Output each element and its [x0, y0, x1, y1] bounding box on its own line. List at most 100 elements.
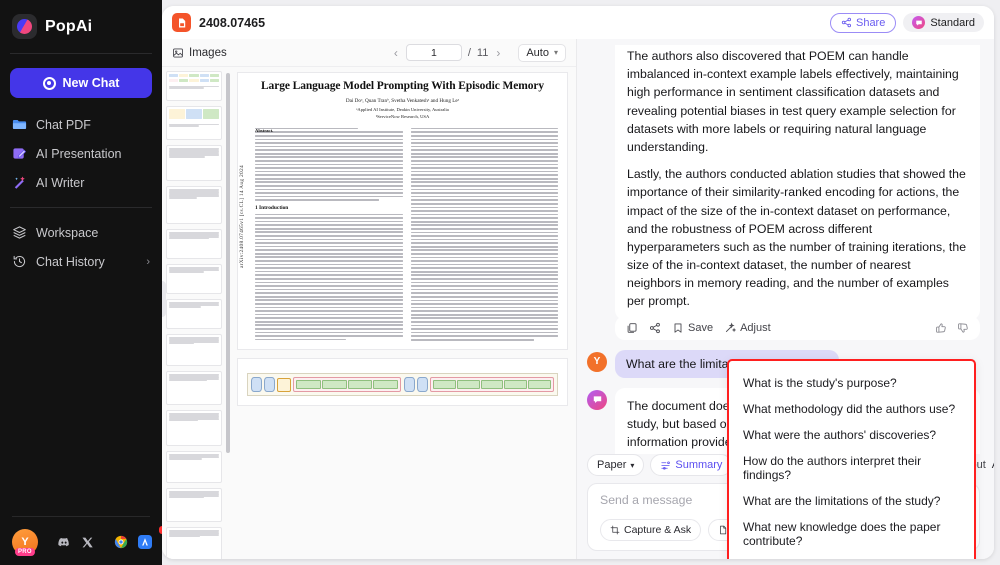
zoom-selector[interactable]: Auto ▾ — [518, 43, 566, 62]
output-mode-value: Auto — [992, 459, 994, 471]
avatar: Y — [587, 351, 607, 372]
sidebar-footer-row: Y PRO NEW — [8, 525, 179, 556]
pro-badge: PRO — [15, 548, 35, 556]
summary-label: Summary — [675, 459, 723, 471]
paper-section-heading: 1 Introduction — [255, 205, 289, 212]
share-message-button[interactable] — [649, 322, 661, 334]
pdf-page-1: arXiv:2408.07465v1 [cs.CL] 14 Aug 2024 L… — [237, 72, 568, 351]
suggestion-item[interactable]: What are the limitations of the study? — [729, 488, 974, 514]
crop-icon — [610, 525, 620, 534]
arxiv-stamp: arXiv:2408.07465v1 [cs.CL] 14 Aug 2024 — [239, 165, 245, 269]
brand: PopAi — [0, 0, 162, 49]
page-number-input[interactable] — [405, 44, 462, 61]
thumbnail-item[interactable] — [166, 106, 222, 140]
document-title: 2408.07465 — [199, 15, 266, 30]
main-window: 2408.07465 Share Standard ‹ — [162, 6, 994, 559]
thumbnail-item[interactable] — [166, 71, 222, 101]
document-pane: ‹ Images ‹ / 11 › Auto — [162, 39, 577, 559]
figure-group-right — [404, 377, 554, 393]
collapse-document-pane-handle[interactable]: ‹ — [162, 281, 166, 317]
share-label: Share — [855, 16, 886, 29]
suggestion-item[interactable]: What methodology did the authors use? — [729, 396, 974, 422]
paper-selector[interactable]: Paper ▾ — [587, 454, 645, 476]
chevron-down-icon: ▾ — [630, 460, 635, 470]
sidebar-item-label: Workspace — [36, 225, 99, 240]
suggestion-item[interactable]: How do the authors interpret their findi… — [729, 448, 974, 488]
thumbnail-item[interactable] — [166, 488, 222, 522]
thumbnail-item[interactable] — [166, 264, 222, 294]
app-store-icon[interactable] — [137, 535, 152, 550]
share-icon — [841, 17, 851, 28]
abstract-label: Abstract. — [255, 127, 274, 133]
paper-column-right — [410, 127, 558, 343]
suggestion-item[interactable]: What is the study's purpose? — [729, 370, 974, 396]
folder-pdf-icon — [12, 117, 27, 132]
zoom-label: Auto — [526, 46, 549, 59]
thumbs-up-button[interactable] — [935, 322, 947, 334]
page-separator: / — [467, 46, 471, 59]
thumbnail-item[interactable] — [166, 371, 222, 405]
sidebar-item-label: Chat History — [36, 254, 105, 269]
new-chat-label: New Chat — [62, 76, 120, 90]
sidebar-item-label: AI Writer — [36, 175, 85, 190]
images-tab[interactable]: Images — [172, 47, 227, 59]
document-scroll-area: arXiv:2408.07465v1 [cs.CL] 14 Aug 2024 L… — [162, 67, 576, 559]
topbar: 2408.07465 Share Standard — [162, 6, 994, 39]
summary-button[interactable]: Summary — [650, 454, 733, 476]
paper-affiliation-1: ᵃApplied AI Institute, Deakin University… — [356, 107, 449, 112]
sidebar-item-workspace[interactable]: Workspace — [0, 218, 162, 247]
x-twitter-icon[interactable] — [80, 535, 95, 550]
thumbnail-item[interactable] — [166, 145, 222, 181]
thumbnail-item[interactable] — [166, 410, 222, 446]
save-button[interactable]: Save — [672, 322, 713, 334]
output-mode-selector[interactable]: Auto ▾ — [992, 459, 994, 471]
discord-icon[interactable] — [56, 535, 71, 550]
thumbnail-item[interactable] — [166, 334, 222, 366]
new-chat-icon — [42, 76, 56, 90]
sidebar-item-chat-history[interactable]: Chat History › — [0, 247, 162, 276]
capture-and-ask-button[interactable]: Capture & Ask — [600, 518, 702, 541]
adjust-button[interactable]: Adjust — [724, 322, 771, 334]
page-total: 11 — [476, 46, 489, 59]
paper-column-left: Abstract. 1 Introduction — [255, 127, 403, 343]
sidebar-item-ai-writer[interactable]: AI Writer — [0, 168, 162, 197]
thumbnail-strip[interactable] — [162, 67, 226, 559]
share-button[interactable]: Share — [829, 12, 897, 33]
magic-wand-icon — [12, 175, 27, 190]
thumbnail-item[interactable] — [166, 451, 222, 483]
suggestion-item[interactable]: What were the authors' discoveries? — [729, 422, 974, 448]
sidebar-divider-bottom — [12, 516, 150, 517]
mode-selector[interactable]: Standard — [903, 13, 984, 32]
chat-pane: The authors also discovered that POEM ca… — [577, 39, 994, 559]
page-viewer[interactable]: arXiv:2408.07465v1 [cs.CL] 14 Aug 2024 L… — [231, 67, 576, 559]
sidebar-item-ai-presentation[interactable]: AI Presentation — [0, 139, 162, 168]
paper-label: Paper — [597, 459, 627, 471]
capture-label: Capture & Ask — [624, 523, 692, 536]
avatar — [587, 389, 607, 410]
thumbnail-item[interactable] — [166, 229, 222, 259]
paper-title: Large Language Model Prompting With Epis… — [260, 80, 545, 92]
pdf-file-icon — [172, 13, 191, 32]
sidebar-footer: Y PRO NEW — [0, 516, 179, 565]
avatar[interactable]: Y PRO — [12, 529, 38, 556]
images-icon — [173, 47, 183, 58]
thumbs-down-button[interactable] — [957, 322, 969, 334]
next-page-button[interactable]: › — [494, 46, 502, 60]
assistant-message-1: The authors also discovered that POEM ca… — [615, 45, 980, 320]
history-clock-icon — [12, 254, 27, 269]
figure-diagram — [247, 373, 558, 397]
prev-page-button[interactable]: ‹ — [392, 46, 400, 60]
thumbnail-item[interactable] — [166, 299, 222, 329]
figure-group-left — [251, 377, 401, 393]
new-chat-button[interactable]: New Chat — [10, 68, 152, 98]
thumbs-up-icon — [936, 322, 946, 333]
popai-orb-icon — [12, 14, 37, 39]
assistant-paragraph: Lastly, the authors conducted ablation s… — [627, 167, 967, 309]
copy-button[interactable] — [626, 322, 638, 334]
chrome-icon[interactable] — [113, 535, 128, 550]
thumbnail-item[interactable] — [166, 186, 222, 224]
suggestion-item[interactable]: What new knowledge does the paper contri… — [729, 514, 974, 554]
thumbnail-item[interactable] — [166, 527, 222, 559]
sidebar-item-chat-pdf[interactable]: Chat PDF — [0, 110, 162, 139]
topbar-actions: Share Standard — [829, 12, 984, 33]
